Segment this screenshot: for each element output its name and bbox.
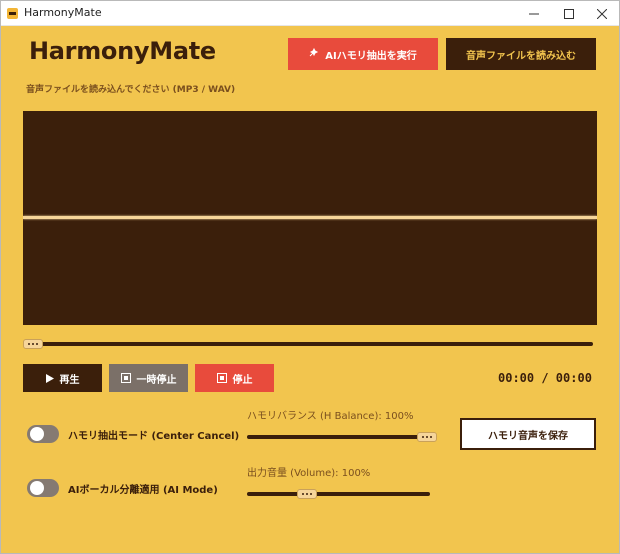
save-harmony-button[interactable]: ハモリ音声を保存 [460, 418, 596, 450]
sparkle-icon [309, 47, 320, 61]
toggle-knob [30, 427, 44, 441]
file-hint: 音声ファイルを読み込んでください (MP3 / WAV) [26, 85, 236, 95]
pause-icon [120, 373, 131, 383]
app-logo: HarmonyMate [29, 37, 216, 65]
stop-icon [216, 373, 227, 383]
seek-slider[interactable] [23, 339, 593, 349]
pause-label: 一時停止 [136, 374, 177, 386]
app-window: HarmonyMate HarmonyMate AIハモリ抽出を実行 音声ファイ… [0, 0, 620, 554]
ai-mode-toggle[interactable] [27, 479, 59, 497]
volume-slider[interactable] [247, 489, 430, 499]
maximize-icon[interactable] [552, 1, 586, 26]
stop-label: 停止 [232, 374, 253, 386]
play-icon [45, 373, 54, 383]
waveform-line [23, 216, 597, 219]
toggle-knob [30, 481, 44, 495]
time-display: 00:00 / 00:00 [498, 371, 592, 385]
volume-label: 出力音量 (Volume): 100% [247, 468, 371, 479]
waveform-display[interactable] [23, 111, 597, 325]
load-audio-button[interactable]: 音声ファイルを読み込む [446, 38, 596, 70]
seek-thumb[interactable] [23, 339, 43, 349]
app-icon [7, 8, 18, 19]
close-icon[interactable] [585, 1, 619, 26]
minimize-icon[interactable] [517, 1, 551, 26]
title-bar: HarmonyMate [1, 1, 619, 26]
h-balance-slider[interactable] [247, 432, 437, 442]
stop-button[interactable]: 停止 [195, 364, 274, 392]
window-title: HarmonyMate [24, 6, 102, 19]
play-button[interactable]: 再生 [23, 364, 102, 392]
center-cancel-toggle[interactable] [27, 425, 59, 443]
load-audio-label: 音声ファイルを読み込む [466, 50, 576, 62]
volume-thumb[interactable] [297, 489, 318, 499]
ai-extract-button[interactable]: AIハモリ抽出を実行 [288, 38, 438, 70]
h-balance-label: ハモリバランス (H Balance): 100% [247, 411, 414, 422]
center-cancel-label: ハモリ抽出モード (Center Cancel) [68, 431, 240, 442]
h-balance-thumb[interactable] [417, 432, 437, 442]
save-harmony-label: ハモリ音声を保存 [488, 430, 568, 442]
ai-mode-label: AIボーカル分離適用 (AI Mode) [68, 485, 218, 496]
play-label: 再生 [59, 374, 80, 386]
pause-button[interactable]: 一時停止 [109, 364, 188, 392]
ai-extract-label: AIハモリ抽出を実行 [325, 50, 417, 62]
